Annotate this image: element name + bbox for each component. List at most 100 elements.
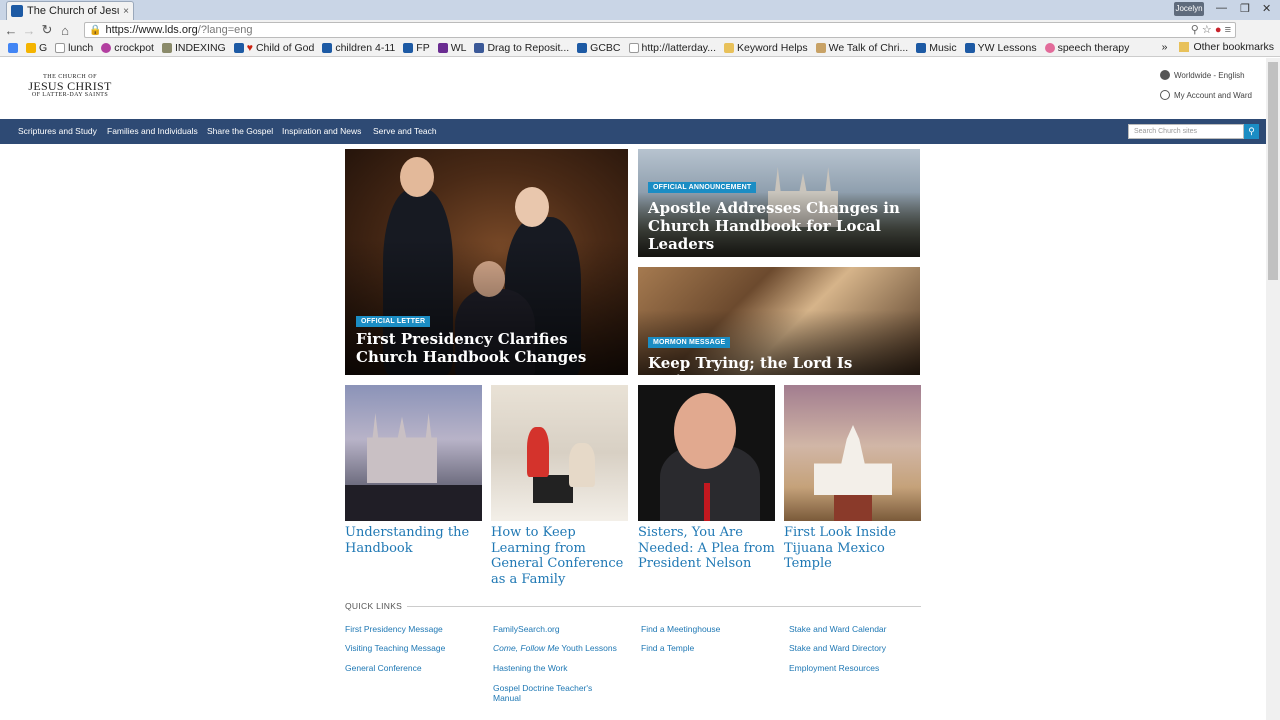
quick-link[interactable]: Stake and Ward Directory — [789, 643, 886, 653]
feature-b-title: Keep Trying; the Lord Is Patient — [648, 354, 853, 375]
lds-icon — [322, 43, 333, 53]
bookmarks-bar: G lunch crockpot INDEXING ♥ Child of God … — [0, 40, 1280, 57]
feature-a-tag: OFFICIAL ANNOUNCEMENT — [648, 182, 757, 193]
lds-icon — [964, 43, 975, 53]
browser-tab-bar: The Church of Jesus × Jocelyn — ❐ ✕ — [0, 0, 1280, 20]
forward-icon[interactable]: → — [20, 23, 38, 38]
feature-a[interactable]: OFFICIAL ANNOUNCEMENT Apostle Addresses … — [638, 149, 920, 257]
nav-share-gospel[interactable]: Share the Gospel — [207, 126, 273, 136]
blogger-icon — [26, 43, 36, 53]
nav-inspiration[interactable]: Inspiration and News — [282, 126, 361, 136]
church-logo[interactable]: THE CHURCH OF JESUS CHRIST OF LATTER-DAY… — [28, 74, 112, 98]
bookmark-item[interactable]: WL — [434, 42, 471, 54]
quick-link[interactable]: Visiting Teaching Message — [345, 643, 445, 653]
bookmark-item[interactable]: INDEXING — [158, 42, 230, 54]
t-icon — [437, 43, 448, 53]
feature-main[interactable]: OFFICIAL LETTER First Presidency Clarifi… — [345, 149, 628, 375]
tab-title: The Church of Jesus — [27, 5, 120, 17]
account-link[interactable]: My Account and Ward — [1160, 90, 1252, 100]
close-tab-icon[interactable]: × — [123, 6, 129, 17]
quick-link[interactable]: FamilySearch.org — [493, 624, 560, 634]
main-nav: Scriptures and Study Families and Indivi… — [0, 119, 1266, 144]
bookmark-item[interactable]: http://latterday... — [625, 42, 721, 54]
quick-links-heading: QUICK LINKS — [345, 601, 403, 611]
heart-icon: ♥ — [246, 42, 253, 54]
bookmark-item[interactable]: FP — [399, 42, 433, 54]
feature-a-title: Apostle Addresses Changes in Church Hand… — [648, 199, 900, 253]
lds-icon — [916, 43, 927, 53]
quick-link[interactable]: Gospel Doctrine Teacher's — [493, 683, 592, 693]
thumb-title-1[interactable]: Understanding the Handbook — [345, 525, 482, 556]
thumb-image-1[interactable] — [345, 385, 482, 521]
back-icon[interactable]: ← — [2, 23, 20, 38]
url-path: /?lang=eng — [197, 24, 253, 36]
folder-icon — [1179, 42, 1190, 52]
google-icon — [8, 43, 18, 53]
bookmark-item[interactable]: Music — [912, 42, 960, 54]
nav-families[interactable]: Families and Individuals — [107, 126, 198, 136]
feature-main-tag: OFFICIAL LETTER — [356, 316, 431, 327]
lds-icon — [233, 43, 244, 53]
bookmark-google[interactable] — [4, 43, 22, 53]
restore-icon[interactable]: ❐ — [1240, 2, 1250, 15]
other-bookmarks[interactable]: » Other bookmarks — [1162, 41, 1274, 53]
thumb-image-4[interactable] — [784, 385, 921, 521]
search-input[interactable]: Search Church sites — [1128, 124, 1244, 139]
nav-serve[interactable]: Serve and Teach — [373, 126, 437, 136]
quick-link[interactable]: Stake and Ward Calendar — [789, 624, 887, 634]
quick-link[interactable]: Find a Temple — [641, 643, 694, 653]
thumb-title-2[interactable]: How to Keep Learning from General Confer… — [491, 525, 628, 587]
user-icon — [1160, 90, 1170, 100]
bookmark-item[interactable]: ♥ Child of God — [230, 42, 319, 54]
worldwide-link[interactable]: Worldwide - English — [1160, 70, 1245, 80]
globe-icon — [1160, 70, 1170, 80]
feature-b[interactable]: MORMON MESSAGE Keep Trying; the Lord Is … — [638, 267, 920, 375]
temple-image — [814, 425, 892, 495]
nav-scriptures[interactable]: Scriptures and Study — [18, 126, 97, 136]
bookmark-item[interactable]: Drag to Reposit... — [470, 42, 573, 54]
thumb-title-4[interactable]: First Look Inside Tijuana Mexico Temple — [784, 525, 921, 572]
lds-icon — [577, 43, 588, 53]
minimize-icon[interactable]: — — [1216, 2, 1227, 14]
bookmark-item[interactable]: YW Lessons — [961, 42, 1041, 54]
url-host: https://www.lds.org — [105, 24, 198, 36]
image-icon — [815, 43, 826, 53]
bookmark-item[interactable]: GCBC — [573, 42, 624, 54]
quick-link[interactable]: Manual — [493, 693, 521, 703]
bookmark-item[interactable]: G — [22, 42, 51, 54]
bookmark-item[interactable]: children 4-11 — [318, 42, 399, 54]
quick-link[interactable]: General Conference — [345, 663, 422, 673]
more-bookmarks-icon[interactable]: » — [1162, 41, 1168, 53]
browser-tab[interactable]: The Church of Jesus × — [6, 1, 134, 20]
home-icon[interactable]: ⌂ — [56, 23, 74, 38]
folder-icon — [724, 43, 735, 53]
bookmark-item[interactable]: crockpot — [97, 42, 158, 54]
address-bar[interactable]: 🔒 https://www.lds.org /?lang=eng ⚲ ☆ ● ≡ — [84, 22, 1236, 38]
zoom-icon[interactable]: ⚲ — [1191, 24, 1199, 36]
profile-button[interactable]: Jocelyn — [1174, 2, 1204, 16]
bookmark-item[interactable]: We Talk of Chri... — [812, 42, 913, 54]
quick-link[interactable]: First Presidency Message — [345, 624, 443, 634]
quick-link[interactable]: Come, Follow Me Youth Lessons — [493, 643, 617, 653]
quick-link[interactable]: Hastening the Work — [493, 663, 568, 673]
star-icon[interactable]: ☆ — [1202, 24, 1212, 36]
quick-link[interactable]: Employment Resources — [789, 663, 879, 673]
lds-icon — [403, 43, 414, 53]
thumb-image-3[interactable] — [638, 385, 775, 521]
menu-icon[interactable]: ≡ — [1225, 24, 1231, 36]
web-page: THE CHURCH OF JESUS CHRIST OF LATTER-DAY… — [0, 58, 1266, 720]
pinterest-icon[interactable]: ● — [1215, 24, 1222, 36]
close-window-icon[interactable]: ✕ — [1262, 2, 1271, 15]
page-icon — [55, 43, 66, 53]
reload-icon[interactable]: ↻ — [38, 22, 56, 38]
browser-toolbar: ← → ↻ ⌂ 🔒 https://www.lds.org /?lang=eng… — [0, 20, 1280, 40]
search-icon[interactable]: ⚲ — [1244, 124, 1259, 139]
thumb-image-2[interactable] — [491, 385, 628, 521]
bookmark-item[interactable]: speech therapy — [1041, 42, 1134, 54]
scrollbar-thumb[interactable] — [1268, 62, 1278, 280]
bookmark-item[interactable]: Keyword Helps — [720, 42, 812, 54]
facebook-icon — [474, 43, 485, 53]
thumb-title-3[interactable]: Sisters, You Are Needed: A Plea from Pre… — [638, 525, 775, 572]
quick-link[interactable]: Find a Meetinghouse — [641, 624, 720, 634]
bookmark-item[interactable]: lunch — [51, 42, 97, 54]
